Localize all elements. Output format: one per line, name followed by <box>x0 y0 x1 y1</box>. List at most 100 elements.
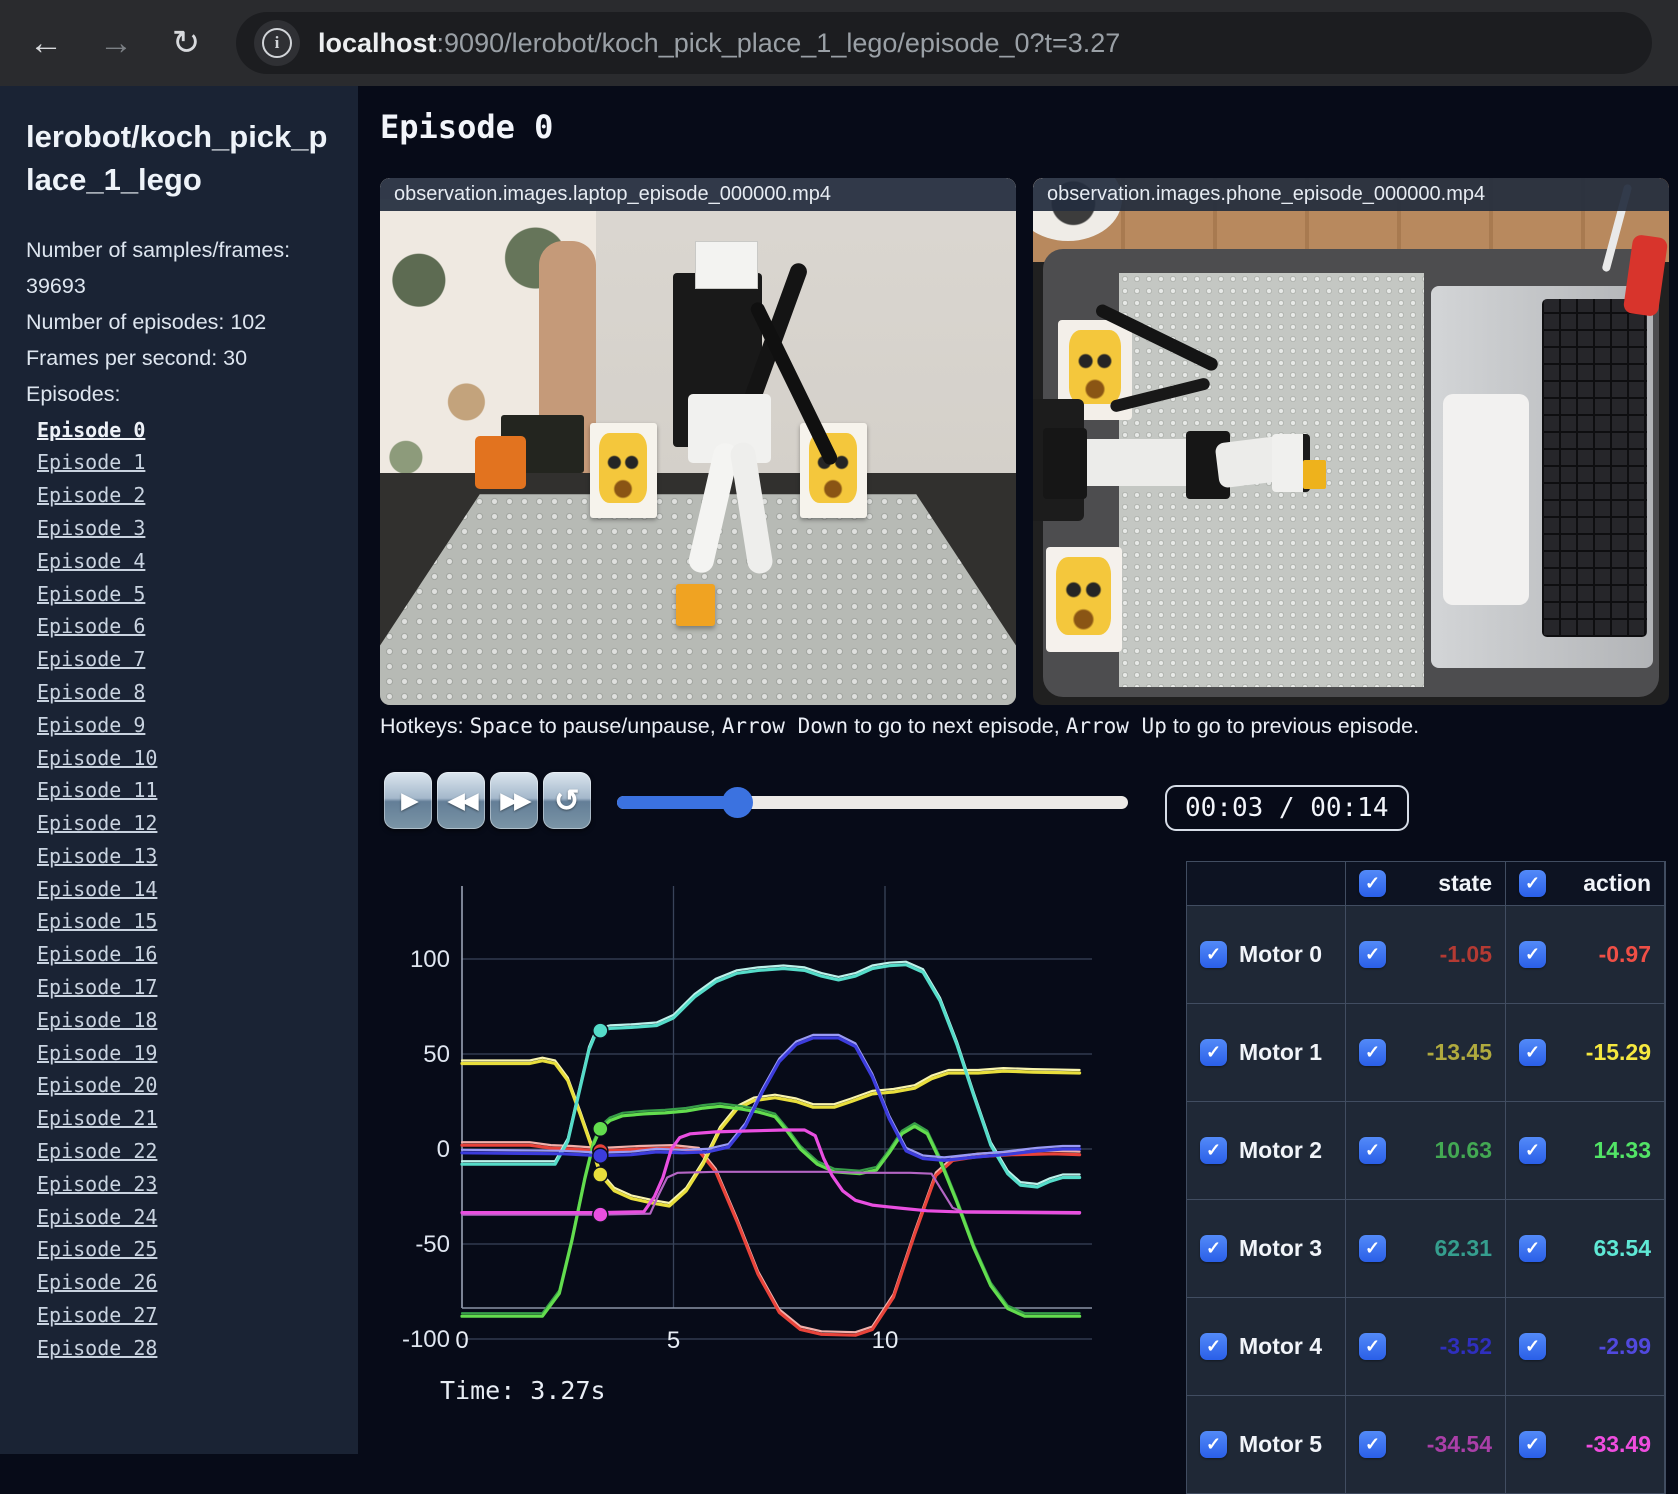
table-corner-cell <box>1187 862 1345 905</box>
table-row-motor-4: ✓ Motor 4 <box>1187 1298 1345 1395</box>
motor-0-action-checkbox[interactable]: ✓ <box>1519 941 1546 968</box>
main-content: Episode 0 observation.images.laptop_epis… <box>358 86 1678 1494</box>
sidebar-episode-link-14[interactable]: Episode 14 <box>26 873 332 906</box>
motor-4-action-cell: ✓ -2.99 <box>1506 1298 1664 1395</box>
orange-device <box>475 436 527 489</box>
chart-time-label: Time: 3.27s <box>440 1376 606 1405</box>
sidebar-episode-link-27[interactable]: Episode 27 <box>26 1299 332 1332</box>
sidebar-episode-link-10[interactable]: Episode 10 <box>26 742 332 775</box>
seek-slider-thumb[interactable] <box>722 787 754 818</box>
motor-2-state-value: 10.63 <box>1434 1137 1492 1163</box>
state-all-checkbox[interactable]: ✓ <box>1359 870 1386 897</box>
sidebar-episode-link-19[interactable]: Episode 19 <box>26 1037 332 1070</box>
sidebar-episode-link-22[interactable]: Episode 22 <box>26 1135 332 1168</box>
sidebar-episode-link-25[interactable]: Episode 25 <box>26 1233 332 1266</box>
sidebar-episode-link-8[interactable]: Episode 8 <box>26 676 332 709</box>
sidebar-episode-link-2[interactable]: Episode 2 <box>26 479 332 512</box>
seek-slider[interactable] <box>617 787 1128 818</box>
motor-4-state-checkbox[interactable]: ✓ <box>1359 1333 1386 1360</box>
table-row-motor-1: ✓ Motor 1 <box>1187 1004 1345 1101</box>
motor-chart[interactable]: 100 50 0 -50 -100 0 5 10 <box>380 846 1125 1371</box>
motor-1-action-value: -15.29 <box>1585 1039 1651 1065</box>
motor-4-cursor-dot <box>592 1147 609 1164</box>
sidebar-episode-link-6[interactable]: Episode 6 <box>26 610 332 643</box>
motor-1-action-checkbox[interactable]: ✓ <box>1519 1039 1546 1066</box>
sidebar-episode-link-1[interactable]: Episode 1 <box>26 446 332 479</box>
sidebar-episode-link-24[interactable]: Episode 24 <box>26 1201 332 1234</box>
motor-2-checkbox[interactable]: ✓ <box>1200 1137 1227 1164</box>
motor-0-action-line <box>460 1143 1082 1337</box>
dataset-stat: Number of samples/frames: 39693 <box>26 237 291 298</box>
motor-1-state-checkbox[interactable]: ✓ <box>1359 1039 1386 1066</box>
motor-chart-svg: 100500-50-100 0 5 10 <box>402 886 1092 1354</box>
hotkey-text: to pause/unpause, <box>532 714 722 738</box>
back-icon[interactable]: ← <box>26 26 66 60</box>
x-axis-tick-label: 10 <box>872 1327 899 1354</box>
sidebar-episode-link-12[interactable]: Episode 12 <box>26 807 332 840</box>
motor-2-state-cell: ✓ 10.63 <box>1346 1102 1505 1199</box>
sidebar-episode-link-5[interactable]: Episode 5 <box>26 578 332 611</box>
video-phone-camera[interactable]: observation.images.phone_episode_000000.… <box>1033 178 1669 705</box>
forward-icon[interactable]: → <box>96 26 136 60</box>
info-icon: i <box>262 28 292 58</box>
orange-lego-brick <box>675 583 716 626</box>
panda-emoji-icon <box>599 432 648 503</box>
x-axis-tick-label: 0 <box>455 1327 468 1354</box>
action-all-checkbox[interactable]: ✓ <box>1519 870 1546 897</box>
motor-2-label: Motor 2 <box>1239 1137 1323 1163</box>
sidebar-episode-link-9[interactable]: Episode 9 <box>26 709 332 742</box>
sidebar-episode-link-11[interactable]: Episode 11 <box>26 774 332 807</box>
sidebar-episode-link-26[interactable]: Episode 26 <box>26 1266 332 1299</box>
play-button[interactable]: ▶ <box>384 772 432 829</box>
motor-0-state-checkbox[interactable]: ✓ <box>1359 941 1386 968</box>
motor-3-action-checkbox[interactable]: ✓ <box>1519 1235 1546 1262</box>
time-display: 00:03 / 00:14 <box>1165 785 1409 831</box>
motor-5-state-cell: ✓ -34.54 <box>1346 1396 1505 1493</box>
motor-3-state-cell: ✓ 62.31 <box>1346 1200 1505 1297</box>
sidebar-episode-link-4[interactable]: Episode 4 <box>26 545 332 578</box>
sidebar-episode-link-15[interactable]: Episode 15 <box>26 905 332 938</box>
sidebar-episode-link-23[interactable]: Episode 23 <box>26 1168 332 1201</box>
reload-icon[interactable]: ↻ <box>166 26 206 60</box>
motor-0-label: Motor 0 <box>1239 941 1323 967</box>
sidebar-episode-link-3[interactable]: Episode 3 <box>26 512 332 545</box>
site-info-button[interactable]: i <box>254 20 300 66</box>
motor-0-checkbox[interactable]: ✓ <box>1200 941 1227 968</box>
motor-3-checkbox[interactable]: ✓ <box>1200 1235 1227 1262</box>
sidebar-episode-link-18[interactable]: Episode 18 <box>26 1004 332 1037</box>
motor-2-state-checkbox[interactable]: ✓ <box>1359 1137 1386 1164</box>
url-bar[interactable]: i localhost:9090/lerobot/koch_pick_place… <box>236 12 1652 74</box>
action-column-header-label: action <box>1583 870 1651 896</box>
sidebar-episode-link-28[interactable]: Episode 28 <box>26 1332 332 1365</box>
loop-button[interactable]: ↺ <box>543 772 591 829</box>
sidebar-episode-link-21[interactable]: Episode 21 <box>26 1102 332 1135</box>
motor-2-action-value: 14.33 <box>1593 1137 1651 1163</box>
motor-1-checkbox[interactable]: ✓ <box>1200 1039 1227 1066</box>
y-axis-tick-label: 50 <box>423 1041 450 1068</box>
robot-servo <box>1042 428 1088 500</box>
motor-3-state-value: 62.31 <box>1434 1235 1492 1261</box>
url-text[interactable]: localhost:9090/lerobot/koch_pick_place_1… <box>318 28 1120 59</box>
motor-3-state-checkbox[interactable]: ✓ <box>1359 1235 1386 1262</box>
hotkey-key: Arrow Up <box>1065 714 1167 738</box>
sidebar-episode-link-20[interactable]: Episode 20 <box>26 1069 332 1102</box>
video-laptop-camera[interactable]: observation.images.laptop_episode_000000… <box>380 178 1016 705</box>
fast-forward-button[interactable]: ▶▶ <box>490 772 538 829</box>
y-axis-tick-label: -50 <box>415 1231 450 1258</box>
sidebar-episode-link-13[interactable]: Episode 13 <box>26 840 332 873</box>
motor-2-action-checkbox[interactable]: ✓ <box>1519 1137 1546 1164</box>
sidebar-episode-link-0[interactable]: Episode 0 <box>26 414 332 447</box>
y-axis-tick-label: 0 <box>437 1136 450 1163</box>
motor-4-action-checkbox[interactable]: ✓ <box>1519 1333 1546 1360</box>
sidebar-episode-link-17[interactable]: Episode 17 <box>26 971 332 1004</box>
motor-4-checkbox[interactable]: ✓ <box>1200 1333 1227 1360</box>
yellow-lego-brick <box>1303 459 1327 489</box>
sidebar-episode-link-16[interactable]: Episode 16 <box>26 938 332 971</box>
sidebar-episode-link-7[interactable]: Episode 7 <box>26 643 332 676</box>
dataset-title: lerobot/koch_pick_place_1_lego <box>26 119 328 197</box>
rewind-button[interactable]: ◀◀ <box>437 772 485 829</box>
motor-5-state-line <box>460 1170 1081 1216</box>
dataset-stats: Number of samples/frames: 39693 Number of… <box>26 232 332 376</box>
video-title-phone: observation.images.phone_episode_000000.… <box>1033 178 1669 211</box>
motor-0-state-line <box>460 1141 1081 1334</box>
